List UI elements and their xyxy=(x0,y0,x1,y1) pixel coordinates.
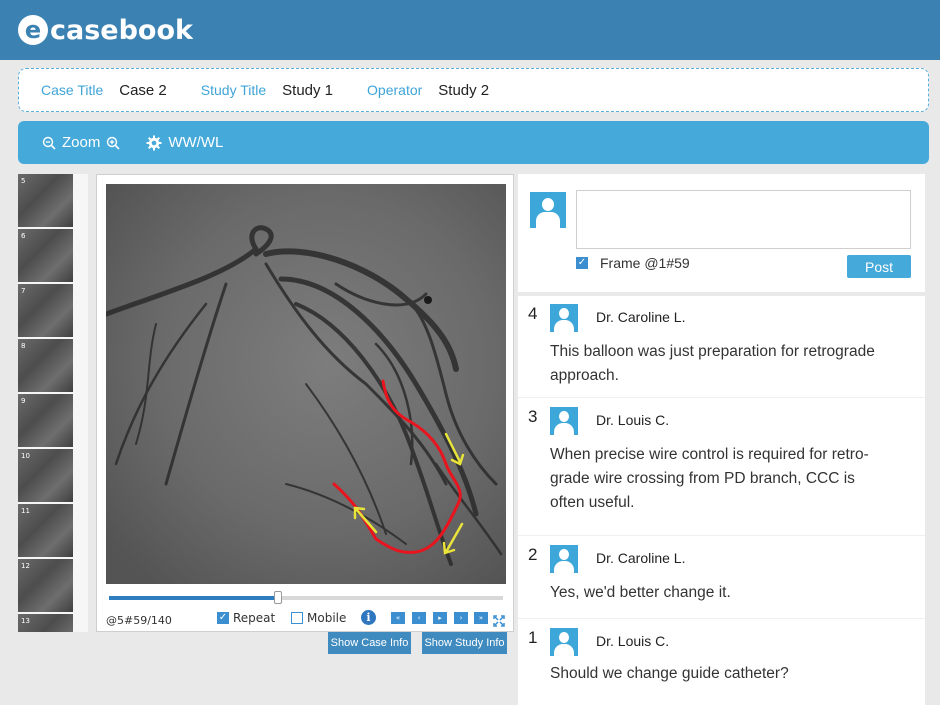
comment-list: 4 Dr. Caroline L. This balloon was just … xyxy=(518,296,925,705)
comment-text: Should we change guide catheter? xyxy=(550,662,910,686)
zoom-out-icon[interactable] xyxy=(42,136,56,150)
mobile-label: Mobile xyxy=(307,611,347,625)
frame-thumbnail[interactable]: 5 xyxy=(18,174,73,227)
operator-value: Study 2 xyxy=(438,81,490,99)
frame-thumbnail[interactable]: 12 xyxy=(18,559,73,612)
frame-checkbox[interactable]: ✓ Frame @1#59 xyxy=(576,255,690,271)
last-frame-button[interactable]: » xyxy=(474,612,488,624)
study-title-label: Study Title xyxy=(200,82,267,98)
next-frame-button[interactable]: › xyxy=(454,612,468,624)
user-avatar xyxy=(550,628,578,656)
frame-thumbnail-strip[interactable]: 5 6 7 8 9 10 11 12 13 xyxy=(18,174,88,632)
frame-thumbnail[interactable]: 11 xyxy=(18,504,73,557)
comment-item: 1 Dr. Louis C. Should we change guide ca… xyxy=(518,620,925,705)
frame-slider-handle[interactable] xyxy=(274,591,283,604)
frame-thumbnail[interactable]: 9 xyxy=(18,394,73,447)
frame-thumbnail[interactable]: 10 xyxy=(18,449,73,502)
case-info-bar: Case Title Case 2 Study Title Study 1 Op… xyxy=(18,68,929,112)
thumbnail-number: 6 xyxy=(21,232,26,240)
frame-checkbox-label: Frame @1#59 xyxy=(600,255,690,271)
user-avatar xyxy=(530,192,566,228)
thumbnail-number: 10 xyxy=(21,452,30,460)
comment-author: Dr. Caroline L. xyxy=(596,309,686,325)
comment-text: This balloon was just preparation for re… xyxy=(550,340,910,388)
case-title-label: Case Title xyxy=(41,82,104,98)
thumbnail-number: 7 xyxy=(21,287,26,295)
operator-label: Operator xyxy=(367,82,423,98)
user-avatar xyxy=(550,545,578,573)
check-icon: ✓ xyxy=(217,612,229,624)
user-avatar xyxy=(550,304,578,332)
user-avatar xyxy=(550,407,578,435)
fullscreen-icon[interactable] xyxy=(493,612,505,627)
show-study-info-button[interactable]: Show Study Info xyxy=(422,632,507,654)
comment-item: 4 Dr. Caroline L. This balloon was just … xyxy=(518,296,925,398)
logo-text: casebook xyxy=(50,14,193,46)
unchecked-box-icon xyxy=(291,612,303,624)
study-title-value: Study 1 xyxy=(282,81,334,99)
first-frame-button[interactable]: « xyxy=(391,612,405,624)
comment-line: When precise wire control is required fo… xyxy=(550,446,869,463)
thumbnail-number: 5 xyxy=(21,177,26,185)
prev-frame-button[interactable]: ‹ xyxy=(412,612,426,624)
comment-line: This balloon was just preparation for re… xyxy=(550,343,875,360)
thumbnail-number: 12 xyxy=(21,562,30,570)
frame-slider-progress xyxy=(109,596,279,600)
casebook-logo[interactable]: e casebook xyxy=(18,12,193,48)
play-button[interactable]: ▸ xyxy=(433,612,447,624)
show-case-info-button[interactable]: Show Case Info xyxy=(328,632,411,654)
zoom-control: Zoom xyxy=(42,134,120,151)
comment-number: 3 xyxy=(528,407,538,426)
comment-number: 1 xyxy=(528,628,538,647)
comment-input[interactable] xyxy=(576,190,911,249)
frame-thumbnail[interactable]: 8 xyxy=(18,339,73,392)
repeat-checkbox[interactable]: ✓ Repeat xyxy=(217,611,275,625)
logo-e-badge: e xyxy=(18,15,48,45)
wwwl-button[interactable]: WW/WL xyxy=(146,134,229,151)
comment-line: often useful. xyxy=(550,494,635,511)
comment-number: 4 xyxy=(528,304,538,323)
comment-text: Yes, we'd better change it. xyxy=(550,581,910,605)
zoom-label: Zoom xyxy=(62,134,101,151)
comment-line: Yes, we'd better change it. xyxy=(550,584,731,601)
gear-icon xyxy=(146,135,162,151)
angiogram-viewer: @5#59/140 ✓ Repeat Mobile i « ‹ ▸ › » xyxy=(96,174,514,632)
comment-author: Dr. Caroline L. xyxy=(596,550,686,566)
frame-thumbnail[interactable]: 6 xyxy=(18,229,73,282)
frame-thumbnail[interactable]: 13 xyxy=(18,614,73,632)
comment-item: 3 Dr. Louis C. When precise wire control… xyxy=(518,399,925,536)
comment-author: Dr. Louis C. xyxy=(596,633,670,649)
post-button[interactable]: Post xyxy=(847,255,911,278)
app-header: e casebook xyxy=(0,0,940,60)
comment-item: 2 Dr. Caroline L. Yes, we'd better chang… xyxy=(518,537,925,619)
mobile-checkbox[interactable]: Mobile xyxy=(291,611,346,625)
thumbnail-number: 11 xyxy=(21,507,30,515)
thumbnail-number: 13 xyxy=(21,617,30,625)
info-icon[interactable]: i xyxy=(361,610,376,625)
angiogram-image[interactable] xyxy=(106,184,506,584)
viewer-toolbar: Zoom WW/WL xyxy=(18,121,929,164)
frame-thumbnail[interactable]: 7 xyxy=(18,284,73,337)
thumbnail-number: 8 xyxy=(21,342,26,350)
zoom-in-icon[interactable] xyxy=(106,136,120,150)
comment-line: Should we change guide catheter? xyxy=(550,665,789,682)
comment-text: When precise wire control is required fo… xyxy=(550,443,910,515)
comment-author: Dr. Louis C. xyxy=(596,412,670,428)
wwwl-label: WW/WL xyxy=(168,134,224,151)
frame-counter: @5#59/140 xyxy=(106,614,172,627)
thumbnail-number: 9 xyxy=(21,397,26,405)
repeat-label: Repeat xyxy=(233,611,276,625)
comment-form: ✓ Frame @1#59 Post xyxy=(518,174,925,292)
comment-line: approach. xyxy=(550,367,619,384)
comment-line: grade wire crossing from PD branch, CCC … xyxy=(550,470,855,487)
comment-number: 2 xyxy=(528,545,538,564)
check-icon: ✓ xyxy=(576,257,588,269)
case-title-value: Case 2 xyxy=(119,81,167,99)
